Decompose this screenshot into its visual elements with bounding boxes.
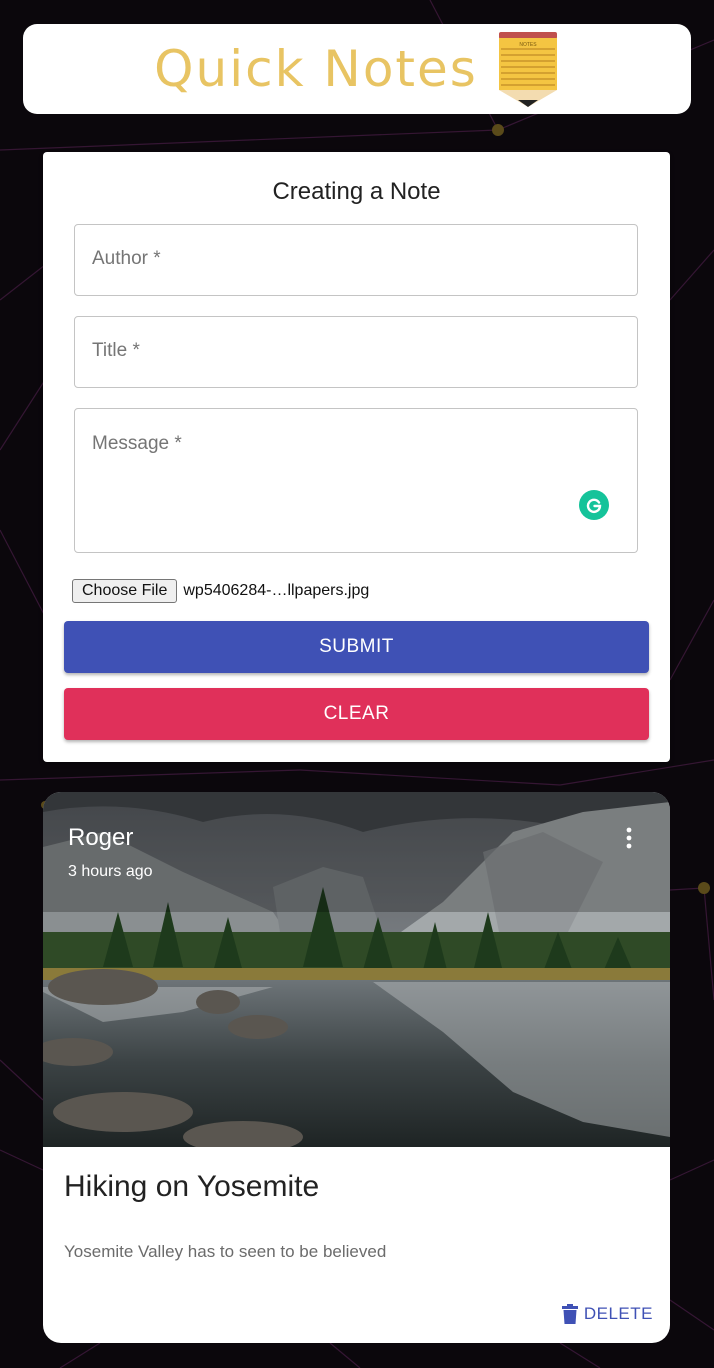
app-title: Quick Notes <box>154 40 478 98</box>
more-options-icon[interactable] <box>623 826 635 850</box>
grammarly-icon[interactable] <box>579 490 609 520</box>
title-label: Title * <box>92 340 140 361</box>
author-label: Author * <box>92 248 161 269</box>
delete-button[interactable]: DELETE <box>561 1304 653 1324</box>
form-heading: Creating a Note <box>272 178 441 205</box>
message-label: Message * <box>92 433 182 454</box>
clear-button[interactable]: CLEAR <box>64 688 649 740</box>
title-field[interactable]: Title * <box>74 316 638 388</box>
file-upload-row: Choose File wp5406284-…llpapers.jpg <box>72 579 369 603</box>
note-card: Roger 3 hours ago Hiking on Yosemite Yos… <box>43 792 670 1343</box>
trash-icon <box>561 1304 578 1324</box>
author-field[interactable]: Author * <box>74 224 638 296</box>
create-note-form: Creating a Note Author * Title * Message… <box>43 152 670 762</box>
delete-label: DELETE <box>583 1304 653 1323</box>
selected-file-name: wp5406284-…llpapers.jpg <box>183 582 370 599</box>
message-field[interactable]: Message * <box>74 408 638 553</box>
note-author: Roger <box>68 824 134 851</box>
note-message: Yosemite Valley has to seen to be believ… <box>64 1242 387 1261</box>
note-title: Hiking on Yosemite <box>64 1170 320 1203</box>
choose-file-button[interactable]: Choose File <box>72 579 178 603</box>
app-header: Quick Notes NOTES <box>23 24 691 114</box>
logo-label: NOTES <box>519 42 537 48</box>
submit-button[interactable]: SUBMIT <box>64 621 649 673</box>
note-timestamp: 3 hours ago <box>68 863 153 880</box>
notepad-pencil-icon: NOTES <box>498 32 557 107</box>
yosemite-valley-photo <box>43 792 670 1147</box>
